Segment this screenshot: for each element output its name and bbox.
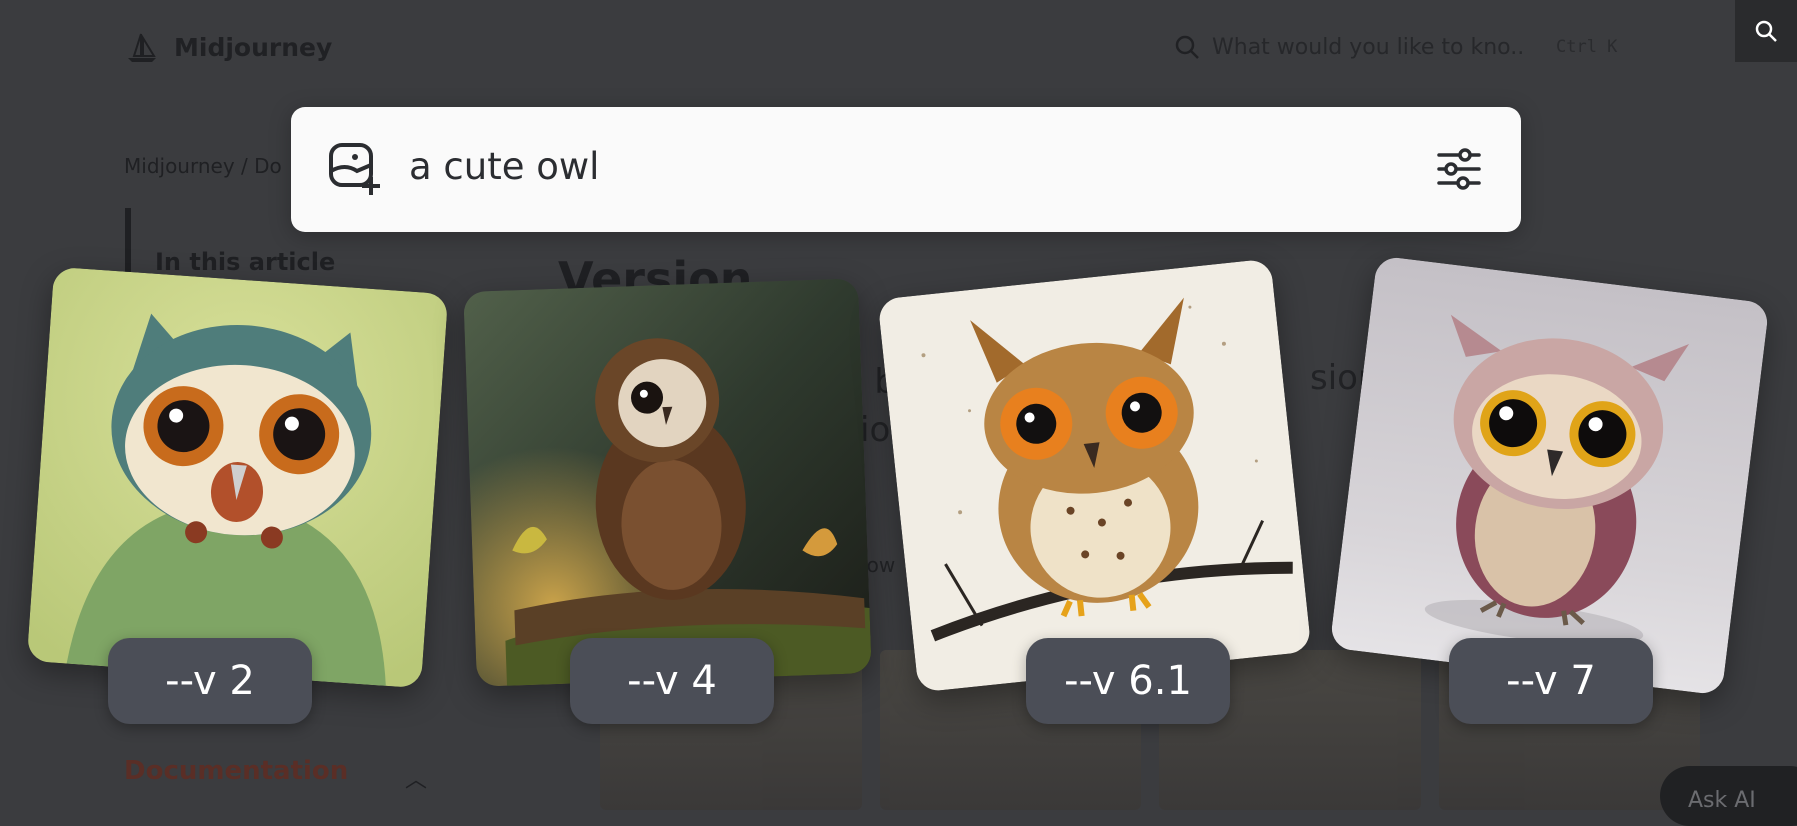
image-add-icon[interactable] (327, 141, 383, 197)
version-badge[interactable]: --v 6.1 (1026, 638, 1230, 724)
top-search-button[interactable] (1735, 0, 1797, 62)
version-label: --v 2 (165, 658, 255, 704)
ask-ai-button[interactable]: Ask AI (1660, 766, 1797, 826)
version-label: --v 6.1 (1064, 658, 1192, 704)
sailboat-logo-icon (128, 33, 156, 62)
body-text-fragment: io (860, 410, 891, 450)
version-badge[interactable]: --v 2 (108, 638, 312, 724)
sliders-icon[interactable] (1437, 147, 1481, 191)
prompt-text[interactable]: a cute owl (409, 145, 599, 188)
search-placeholder: What would you like to kno... (1212, 34, 1522, 60)
search-icon (1755, 20, 1777, 42)
owl-v4-card[interactable] (463, 278, 872, 687)
owl-v2-image (26, 266, 449, 689)
search-icon (1175, 35, 1199, 59)
version-label: --v 4 (627, 658, 717, 704)
owl-v4-image (463, 278, 872, 687)
site-logo[interactable]: Midjourney (124, 30, 332, 64)
breadcrumb[interactable]: Midjourney / Do (124, 154, 282, 178)
chevron-up-icon[interactable]: ︿ (405, 762, 427, 794)
version-badge[interactable]: --v 4 (570, 638, 774, 724)
logo-text: Midjourney (174, 32, 333, 62)
version-badge[interactable]: --v 7 (1449, 638, 1653, 724)
toc-title: In this article (155, 248, 336, 276)
sidebar-section-documentation[interactable]: Documentation (124, 756, 348, 786)
toc-indicator (125, 208, 131, 278)
prompt-bar[interactable]: a cute owl (291, 107, 1521, 232)
doc-search-input[interactable]: What would you like to kno... Ctrl K (1174, 34, 1617, 60)
owl-v6-1-image (877, 258, 1312, 693)
owl-v7-card[interactable] (1329, 255, 1770, 696)
owl-v7-image (1329, 255, 1770, 696)
version-label: --v 7 (1506, 658, 1596, 704)
search-shortcut-hint: Ctrl K (1556, 37, 1618, 57)
owl-v2-card[interactable] (26, 266, 449, 689)
owl-v6-1-card[interactable] (877, 258, 1312, 693)
